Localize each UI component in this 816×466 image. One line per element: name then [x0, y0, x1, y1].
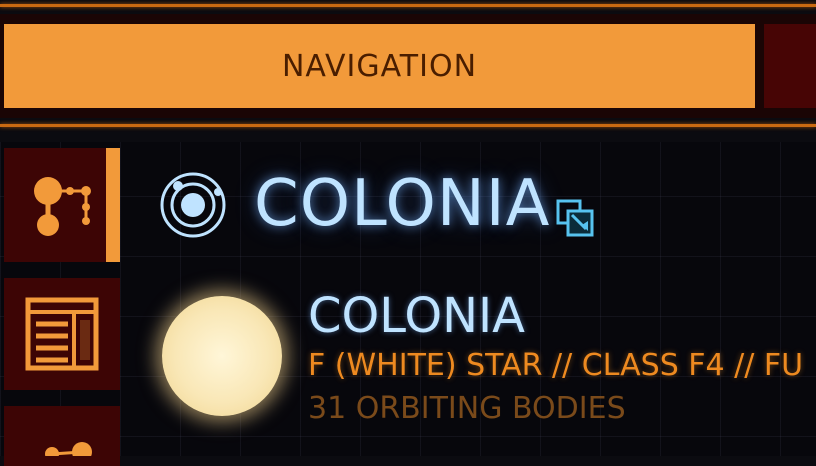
- system-map-icon: [34, 177, 91, 236]
- star-image[interactable]: [162, 296, 282, 416]
- orbit-system-icon[interactable]: [158, 170, 228, 240]
- list-panel-icon: [25, 297, 99, 371]
- open-link-icon[interactable]: [556, 199, 596, 239]
- sidebar-item-nodes[interactable]: [4, 406, 120, 466]
- tab-navigation[interactable]: NAVIGATION: [4, 24, 755, 108]
- sidebar-active-indicator: [106, 148, 120, 262]
- nodes-icon: [45, 442, 92, 456]
- tab-underline-rule: [0, 124, 816, 127]
- sidebar-item-system-map[interactable]: [4, 148, 120, 262]
- tab-bar: NAVIGATION: [0, 14, 816, 118]
- body-name: COLONIA: [308, 288, 526, 344]
- sidebar-item-list-panel[interactable]: [4, 278, 120, 390]
- tab-navigation-label: NAVIGATION: [281, 48, 478, 84]
- orbiting-bodies-count: 31 ORBITING BODIES: [308, 391, 626, 426]
- body-classification: F (WHITE) STAR // CLASS F4 // FU: [308, 348, 804, 383]
- system-title: COLONIA: [254, 167, 551, 241]
- tab-next[interactable]: [764, 24, 816, 108]
- top-rule: [0, 4, 816, 7]
